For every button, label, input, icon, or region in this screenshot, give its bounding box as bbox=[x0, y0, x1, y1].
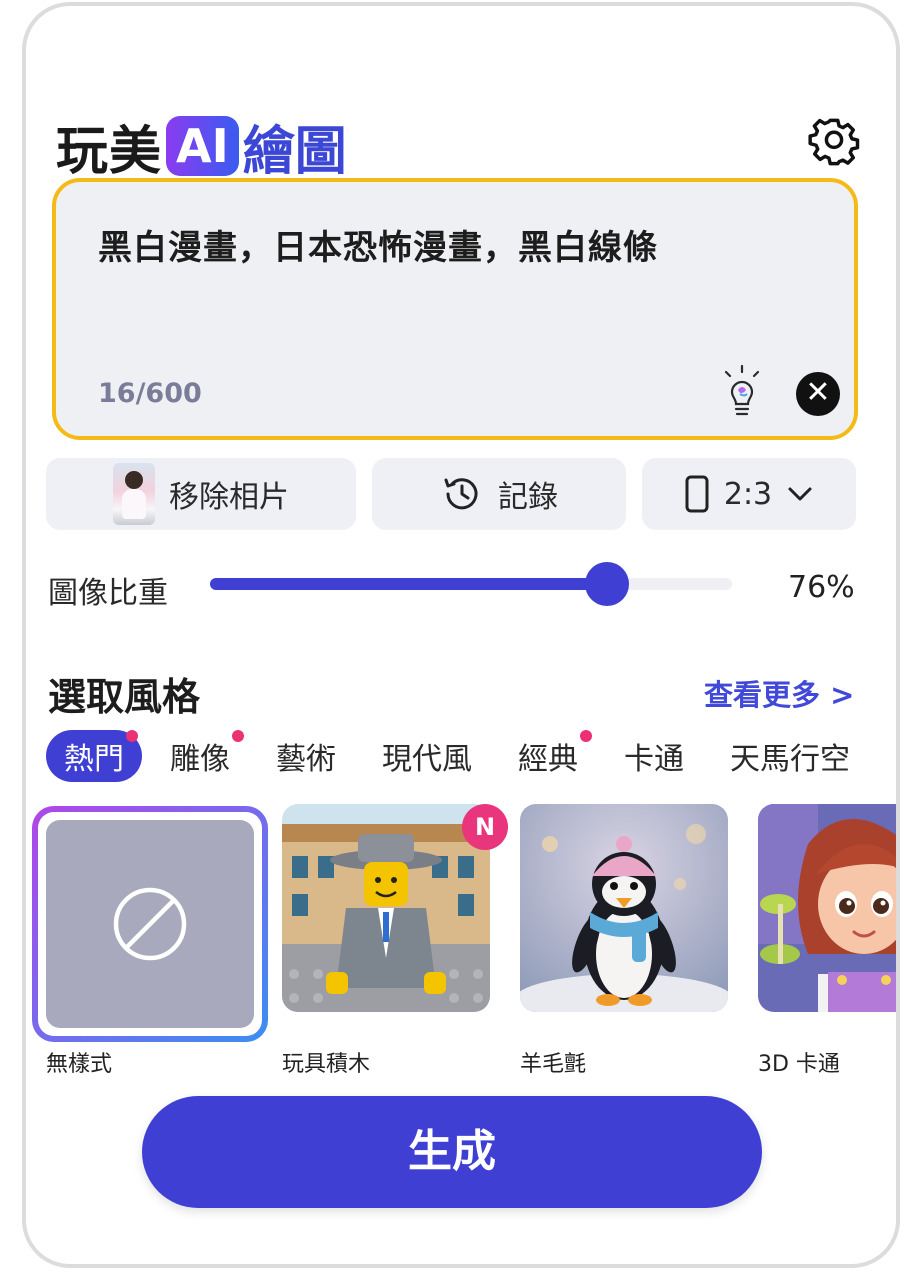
style-tab[interactable]: 藝術 bbox=[258, 730, 354, 782]
generate-button[interactable]: 生成 bbox=[142, 1096, 762, 1208]
style-section-title: 選取風格 bbox=[48, 675, 201, 719]
style-tab-label: 現代風 bbox=[382, 742, 472, 777]
image-weight-slider-thumb[interactable] bbox=[584, 562, 629, 606]
see-more-link[interactable]: 查看更多 > bbox=[704, 672, 854, 714]
style-tab[interactable]: 經典 bbox=[500, 730, 596, 782]
no-style-icon bbox=[113, 887, 187, 961]
new-dot-indicator bbox=[126, 730, 138, 742]
style-tab-label: 天馬行空 bbox=[730, 742, 850, 777]
photo-thumbnail bbox=[113, 463, 155, 525]
history-clock-icon bbox=[444, 478, 478, 510]
character-counter: 16/600 bbox=[98, 378, 202, 409]
style-card-label-none: 無樣式 bbox=[46, 1052, 113, 1077]
new-dot-indicator bbox=[232, 730, 244, 742]
settings-gear-icon[interactable] bbox=[808, 116, 860, 168]
aspect-ratio-value: 2:3 bbox=[723, 476, 773, 512]
style-tab-label: 風 bbox=[896, 742, 900, 777]
lightbulb-icon[interactable] bbox=[720, 364, 764, 420]
3d-cartoon-thumbnail bbox=[758, 804, 896, 1012]
prompt-textarea[interactable]: 黑白漫畫，日本恐怖漫畫，黑白線條 16/600 ✕ bbox=[52, 178, 858, 440]
remove-photo-label: 移除相片 bbox=[169, 480, 289, 515]
style-category-tabs: 熱門 雕像 藝術 現代風 經典 卡通 天馬行空 風 bbox=[46, 730, 900, 782]
style-tab-label: 藝術 bbox=[276, 742, 336, 777]
style-card-felt[interactable] bbox=[520, 804, 728, 1012]
style-tab-label: 雕像 bbox=[170, 742, 230, 777]
new-dot-indicator bbox=[580, 730, 592, 742]
style-tab-label: 卡通 bbox=[624, 742, 684, 777]
style-tab[interactable]: 卡通 bbox=[606, 730, 702, 782]
logo-text-1: 玩美 bbox=[56, 121, 163, 182]
felt-penguin-thumbnail bbox=[520, 804, 728, 1012]
logo-text-2: 繪圖 bbox=[242, 121, 347, 182]
app-frame: 玩美 AI 繪圖 黑白漫畫，日本恐怖漫畫，黑白線條 16/600 ✕ 移除相片 … bbox=[22, 2, 900, 1268]
history-button[interactable]: 記錄 bbox=[372, 458, 626, 530]
style-tab[interactable]: 雕像 bbox=[152, 730, 248, 782]
style-tab[interactable]: 風 bbox=[878, 730, 900, 782]
chevron-down-icon bbox=[788, 487, 812, 501]
aspect-ratio-dropdown[interactable]: 2:3 bbox=[642, 458, 856, 530]
style-card-3d-cartoon[interactable] bbox=[758, 804, 896, 1012]
app-logo: 玩美 AI 繪圖 bbox=[56, 110, 347, 182]
portrait-ratio-icon bbox=[685, 475, 709, 513]
style-card-toy-bricks[interactable] bbox=[282, 804, 490, 1012]
style-tab-label: 經典 bbox=[518, 742, 578, 777]
remove-photo-button[interactable]: 移除相片 bbox=[46, 458, 356, 530]
style-tab[interactable]: 熱門 bbox=[46, 730, 142, 782]
image-weight-value: 76% bbox=[788, 570, 855, 605]
prompt-text[interactable]: 黑白漫畫，日本恐怖漫畫，黑白線條 bbox=[98, 220, 658, 269]
style-card-label-3d-cartoon: 3D 卡通 bbox=[758, 1052, 840, 1077]
style-card-label-toy-bricks: 玩具積木 bbox=[282, 1052, 371, 1077]
image-weight-label: 圖像比重 bbox=[48, 576, 168, 611]
logo-ai-badge: AI bbox=[166, 116, 239, 176]
style-tab[interactable]: 天馬行空 bbox=[712, 730, 868, 782]
new-badge: N bbox=[462, 804, 508, 850]
history-label: 記錄 bbox=[498, 480, 558, 515]
style-tab[interactable]: 現代風 bbox=[364, 730, 490, 782]
style-tab-label: 熱門 bbox=[64, 742, 124, 777]
clear-text-button[interactable]: ✕ bbox=[796, 372, 840, 416]
style-card-label-felt: 羊毛氈 bbox=[520, 1052, 587, 1077]
toy-bricks-thumbnail bbox=[282, 804, 490, 1012]
image-weight-slider-fill bbox=[210, 578, 607, 590]
